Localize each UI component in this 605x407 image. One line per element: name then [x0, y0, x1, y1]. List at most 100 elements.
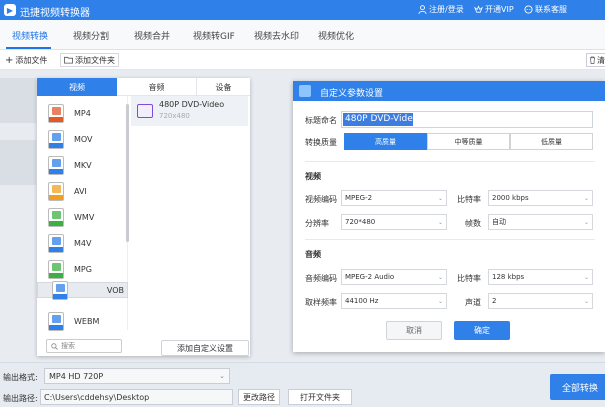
format-label: AVI	[74, 186, 87, 196]
video-bitrate-select[interactable]: 2000 kbps ⌄	[488, 190, 593, 206]
video-codec-value: MPEG-2	[345, 194, 373, 202]
format-glyph	[52, 262, 61, 271]
format-glyph	[52, 236, 61, 245]
support-button[interactable]: 联系客服	[524, 4, 567, 15]
format-glyph	[52, 314, 61, 323]
format-tab-device[interactable]: 设备	[197, 78, 250, 96]
name-label: 标题命名	[305, 116, 337, 125]
file-format-icon	[48, 259, 64, 279]
chevron-down-icon: ⌄	[583, 297, 589, 305]
resolution-label: 分辨率	[305, 219, 329, 228]
quality-medium-button[interactable]: 中等质量	[427, 133, 510, 150]
add-custom-setting-button[interactable]: 添加自定义设置	[161, 340, 249, 356]
vip-button[interactable]: 开通VIP	[474, 4, 514, 15]
fps-label: 帧数	[465, 219, 481, 228]
video-codec-select[interactable]: MPEG-2 ⌄	[341, 190, 447, 206]
format-band	[49, 272, 63, 278]
convert-all-button[interactable]: 全部转换	[550, 374, 605, 400]
format-label: WMV	[74, 212, 95, 222]
output-format-select[interactable]: MP4 HD 720P ⌄	[44, 368, 230, 384]
file-format-icon	[48, 311, 64, 331]
format-glyph	[52, 106, 61, 115]
vip-label: 开通VIP	[485, 5, 514, 14]
channels-label: 声道	[465, 298, 481, 307]
audio-codec-select[interactable]: MPEG-2 Audio ⌄	[341, 269, 447, 285]
format-glyph	[56, 283, 65, 292]
file-thumbnail[interactable]	[0, 78, 36, 123]
cancel-button[interactable]: 取消	[386, 321, 442, 340]
channels-select[interactable]: 2 ⌄	[488, 293, 593, 309]
resolution-select[interactable]: 720*480 ⌄	[341, 214, 447, 230]
sample-rate-label: 取样频率	[305, 298, 337, 307]
toolbar: + 添加文件 添加文件夹	[0, 50, 605, 70]
format-glyph	[52, 132, 61, 141]
format-item-wmv[interactable]: WMV	[37, 204, 128, 230]
trash-icon	[589, 56, 596, 64]
video-codec-label: 视频编码	[305, 195, 337, 204]
title-bar: ▶ 迅捷视频转换器 注册/登录 开通VIP 联系客服	[0, 0, 605, 20]
login-button[interactable]: 注册/登录	[418, 4, 464, 15]
format-band	[49, 194, 63, 200]
bottom-bar: 输出格式: MP4 HD 720P ⌄ 输出路径: C:\Users\cddeh…	[0, 362, 605, 407]
output-path-field[interactable]: C:\Users\cddehsy\Desktop	[40, 389, 233, 405]
tab-video-optimize[interactable]: 视频优化	[318, 29, 354, 42]
format-band	[49, 168, 63, 174]
format-item-mp4[interactable]: MP4	[37, 100, 128, 126]
divider	[305, 239, 595, 240]
chevron-down-icon: ⌄	[583, 273, 589, 281]
tab-video-to-gif[interactable]: 视频转GIF	[193, 29, 235, 42]
format-label: MKV	[74, 160, 92, 170]
change-path-button[interactable]: 更改路径	[238, 389, 280, 405]
preset-item[interactable]: 480P DVD-Video 720x480	[131, 96, 248, 126]
chevron-down-icon: ⌄	[583, 218, 589, 226]
format-item-webm[interactable]: WEBM	[37, 308, 128, 334]
video-bitrate-value: 2000 kbps	[492, 194, 529, 202]
audio-bitrate-select[interactable]: 128 kbps ⌄	[488, 269, 593, 285]
vip-icon	[474, 5, 483, 14]
file-thumbnail[interactable]	[0, 140, 36, 185]
video-section-title: 视频	[305, 172, 321, 181]
ok-button[interactable]: 确定	[454, 321, 510, 340]
file-format-icon	[48, 233, 64, 253]
format-tabs: 视频 音频 设备	[37, 78, 250, 96]
file-format-icon	[48, 181, 64, 201]
format-search-input[interactable]: 搜索	[46, 339, 122, 353]
format-list-scrollbar[interactable]	[126, 104, 129, 242]
file-format-icon	[52, 280, 68, 300]
format-item-mov[interactable]: MOV	[37, 126, 128, 152]
quality-low-button[interactable]: 低质量	[510, 133, 593, 150]
add-folder-label: 添加文件夹	[75, 55, 115, 65]
add-file-button[interactable]: + 添加文件	[2, 53, 50, 67]
audio-section-title: 音频	[305, 250, 321, 259]
format-item-mpg[interactable]: MPG	[37, 256, 128, 282]
add-file-label: 添加文件	[15, 55, 48, 65]
tab-video-convert[interactable]: 视频转换	[12, 29, 48, 42]
format-item-mkv[interactable]: MKV	[37, 152, 128, 178]
file-format-icon	[48, 129, 64, 149]
tab-video-split[interactable]: 视频分割	[73, 29, 109, 42]
add-folder-button[interactable]: 添加文件夹	[60, 53, 119, 67]
divider	[305, 161, 595, 162]
file-format-icon	[48, 103, 64, 123]
format-label: MPG	[74, 264, 92, 274]
resolution-value: 720*480	[345, 218, 376, 226]
tab-remove-watermark[interactable]: 视频去水印	[254, 29, 299, 42]
chevron-down-icon: ⌄	[437, 194, 443, 202]
output-path-label: 输出路径:	[3, 394, 38, 403]
open-folder-button[interactable]: 打开文件夹	[288, 389, 352, 405]
name-input-value: 480P DVD-Video	[343, 113, 419, 126]
dialog-title-bar: 自定义参数设置	[293, 81, 605, 101]
fps-select[interactable]: 自动 ⌄	[488, 214, 593, 230]
plus-icon: +	[5, 54, 14, 66]
format-tab-audio[interactable]: 音频	[117, 78, 197, 96]
preset-name: 480P DVD-Video	[159, 100, 225, 109]
search-icon	[51, 342, 58, 350]
clear-button[interactable]: 清空	[586, 53, 605, 67]
tab-video-merge[interactable]: 视频合并	[134, 29, 170, 42]
format-item-avi[interactable]: AVI	[37, 178, 128, 204]
sample-rate-select[interactable]: 44100 Hz ⌄	[341, 293, 447, 309]
format-item-vob[interactable]: VOB	[37, 280, 128, 300]
quality-high-button[interactable]: 高质量	[344, 133, 427, 150]
format-item-m4v[interactable]: M4V	[37, 230, 128, 256]
format-tab-video[interactable]: 视频	[37, 78, 117, 96]
